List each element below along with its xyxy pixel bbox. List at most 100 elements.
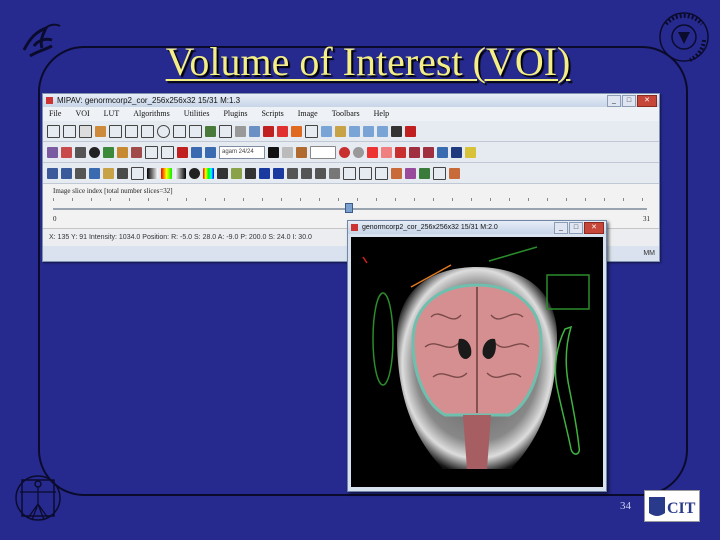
paint-color-swatch[interactable] [268,146,279,158]
menu-file[interactable]: File [49,107,61,121]
menu-voi[interactable]: VOI [75,107,89,121]
image-maximize-button[interactable]: □ [569,222,583,234]
paint-uncommit-icon[interactable] [205,146,216,158]
intensity-combo[interactable]: agam 24/24 [219,145,265,159]
paint-commit-icon[interactable] [191,146,202,158]
contour-back-icon[interactable] [405,125,416,137]
opacity-icon[interactable] [282,146,293,158]
menu-image[interactable]: Image [298,107,318,121]
levelset-tool-icon[interactable] [189,124,202,138]
minimize-button[interactable]: _ [607,95,621,107]
eraser-icon[interactable] [117,146,128,158]
snapshot-icon[interactable] [89,167,100,179]
polygon-tool-icon[interactable] [173,124,186,138]
new-voi-icon[interactable] [249,125,260,137]
stripes-icon[interactable] [189,167,200,179]
protractor-tool-icon[interactable] [125,124,138,138]
unmagnify-icon[interactable] [301,167,312,179]
lightbox-icon[interactable] [419,167,430,179]
paint-grow-icon[interactable] [61,146,72,158]
polyline-tool-icon[interactable] [95,125,106,137]
histogram-icon[interactable] [117,167,128,179]
split-tool-icon[interactable] [235,125,246,137]
copy-icon[interactable] [321,125,332,137]
grid-icon[interactable] [359,166,372,180]
pointer-tool-icon[interactable] [47,124,60,138]
image-close-button[interactable]: ✕ [584,222,604,234]
line-tool-icon[interactable] [109,124,122,138]
rectangle-tool-icon[interactable] [141,124,154,138]
propagate-down-icon[interactable] [363,125,374,137]
paste-icon[interactable] [335,125,346,137]
propagate-up-icon[interactable] [349,125,360,137]
flip-icon[interactable] [433,166,446,180]
paint-color-button[interactable] [395,146,406,158]
previous-slice-icon[interactable] [259,167,270,179]
menu-help[interactable]: Help [374,107,390,121]
info-icon[interactable] [103,167,114,179]
maximize-button[interactable]: □ [622,95,636,107]
paint-tool-d-icon[interactable] [451,146,462,158]
livewire-tool-icon[interactable] [205,125,216,137]
paint-can-icon[interactable] [103,146,114,158]
slice-slider-thumb[interactable] [345,203,353,213]
point-tool-icon[interactable] [79,124,92,138]
ellipse-tool-icon[interactable] [157,124,170,138]
image-window-title-bar[interactable]: genormcorp2_cor_256x256x32 15/31 M:2.0 _… [348,221,606,234]
paint-brush-icon[interactable] [47,146,58,158]
window-level-icon[interactable] [245,167,256,179]
image-canvas[interactable] [351,237,603,487]
magnify-icon[interactable] [287,167,298,179]
cube-tool-icon[interactable] [219,124,232,138]
close-button[interactable]: ✕ [637,95,657,107]
paint-tool-a-icon[interactable] [409,146,420,158]
next-slice-icon[interactable] [273,167,284,179]
voi-color-swatch-icon[interactable] [277,125,288,137]
quick-lut-icon[interactable] [231,167,242,179]
paint-tool-c-icon[interactable] [437,146,448,158]
spectrum-icon[interactable] [203,167,214,179]
undo-icon[interactable] [291,125,302,137]
triplanar-icon[interactable] [391,167,402,179]
text-tool-icon[interactable] [63,124,76,138]
erase-all-icon[interactable] [131,146,142,158]
paint-to-voi-icon[interactable] [177,146,188,158]
print-icon[interactable] [75,167,86,179]
image-window[interactable]: genormcorp2_cor_256x256x32 15/31 M:2.0 _… [347,220,607,492]
paint-color-light-icon[interactable] [381,146,392,158]
paint-tool-e-icon[interactable] [465,146,476,158]
menu-utilities[interactable]: Utilities [184,107,210,121]
brush-size-field[interactable] [310,145,336,159]
lut-icon[interactable] [131,166,144,180]
menu-algorithms[interactable]: Algorithms [133,107,169,121]
fit-window-icon[interactable] [343,166,356,180]
cut-icon[interactable] [305,124,318,138]
rotate-icon[interactable] [449,167,460,179]
paint-color-bright-icon[interactable] [367,146,378,158]
voi-color-icon[interactable] [263,125,274,137]
menu-lut[interactable]: LUT [104,107,120,121]
zoom-one-icon[interactable] [315,167,326,179]
hot-metal-icon[interactable] [161,167,172,179]
grayscale-icon[interactable] [147,167,158,179]
paint-color-gray-icon[interactable] [353,146,364,158]
reset-lut-icon[interactable] [217,167,228,179]
brush-size-icon[interactable] [296,146,307,158]
paint-dropper-icon[interactable] [75,146,86,158]
paint-mask-inverse-icon[interactable] [161,145,174,159]
paint-mask-icon[interactable] [145,145,158,159]
paint-fill-icon[interactable] [89,146,100,158]
propagate-all-icon[interactable] [377,125,388,137]
volume-render-icon[interactable] [405,167,416,179]
open-icon[interactable] [47,167,58,179]
save-icon[interactable] [61,167,72,179]
mipav-title-bar[interactable]: MIPAV: genormcorp2_cor_256x256x32 15/31 … [43,94,659,107]
image-minimize-button[interactable]: _ [554,222,568,234]
zoom-region-icon[interactable] [329,167,340,179]
menu-plugins[interactable]: Plugins [223,107,247,121]
checker-icon[interactable] [375,166,388,180]
paint-tool-b-icon[interactable] [423,146,434,158]
menu-toolbars[interactable]: Toolbars [332,107,360,121]
contour-front-icon[interactable] [391,125,402,137]
invert-icon[interactable] [175,167,186,179]
